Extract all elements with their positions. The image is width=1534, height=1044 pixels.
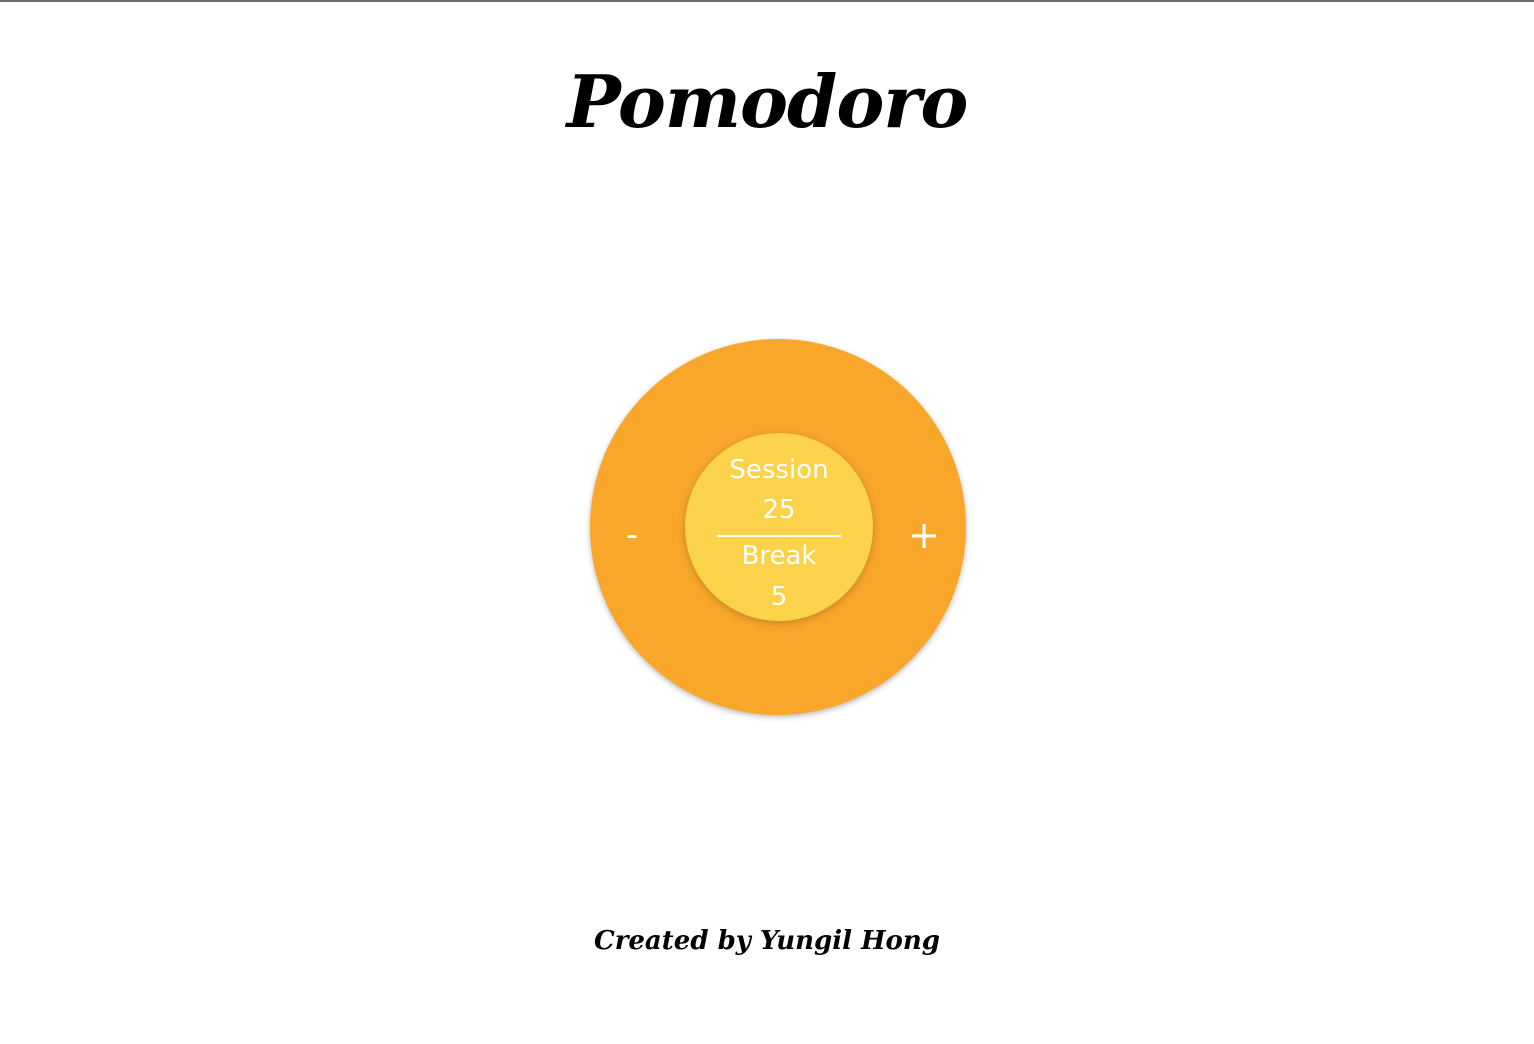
page-title: Pomodoro (566, 59, 969, 144)
break-label: Break (741, 541, 817, 571)
decrease-button[interactable]: - (612, 505, 652, 565)
break-value: 5 (770, 582, 788, 612)
session-label: Session (729, 455, 829, 485)
session-value: 25 (762, 495, 796, 525)
top-border (0, 0, 1534, 2)
increase-button[interactable]: + (904, 505, 944, 565)
session-break-display[interactable]: Session 25 Break 5 (685, 433, 873, 621)
footer-credit: Created by Yungil Hong (594, 926, 940, 956)
